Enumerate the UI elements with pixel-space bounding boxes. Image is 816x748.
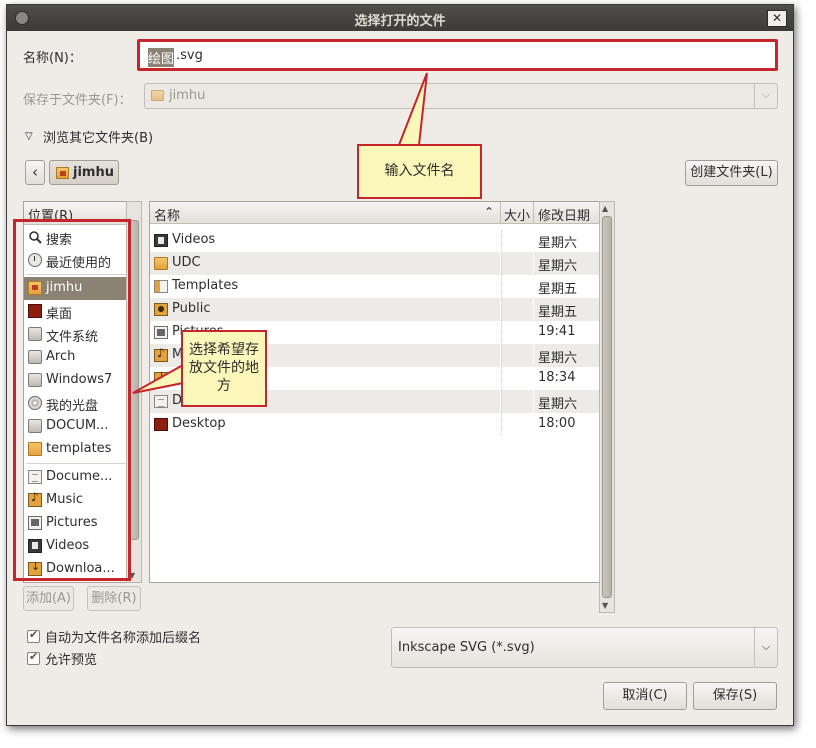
file-type-filter[interactable]: Inkscape SVG (*.svg) ⌵	[391, 627, 778, 668]
preview-checkbox[interactable]	[27, 650, 40, 665]
preview-label[interactable]: 允许预览	[45, 649, 97, 668]
file-chooser-dialog: 选择打开的文件 ✕ 名称(N)： 绘图 .svg 保存于文件夹(F)： jimh…	[6, 4, 794, 726]
callout-pointer-location	[132, 363, 184, 394]
file-type-filter-value: Inkscape SVG (*.svg)	[398, 640, 535, 655]
auto-extension-checkbox[interactable]	[27, 628, 40, 643]
chevron-down-icon: ⌵	[754, 628, 777, 667]
callout-filename: 输入文件名	[357, 144, 482, 199]
callout-pointer-filename	[397, 72, 428, 146]
save-button[interactable]: 保存(S)	[693, 682, 777, 710]
callout-location: 选择希望存放文件的地方	[181, 330, 267, 407]
cancel-button[interactable]: 取消(C)	[603, 682, 687, 710]
callout-pointers	[132, 72, 428, 394]
auto-extension-label[interactable]: 自动为文件名称添加后缀名	[45, 627, 201, 646]
